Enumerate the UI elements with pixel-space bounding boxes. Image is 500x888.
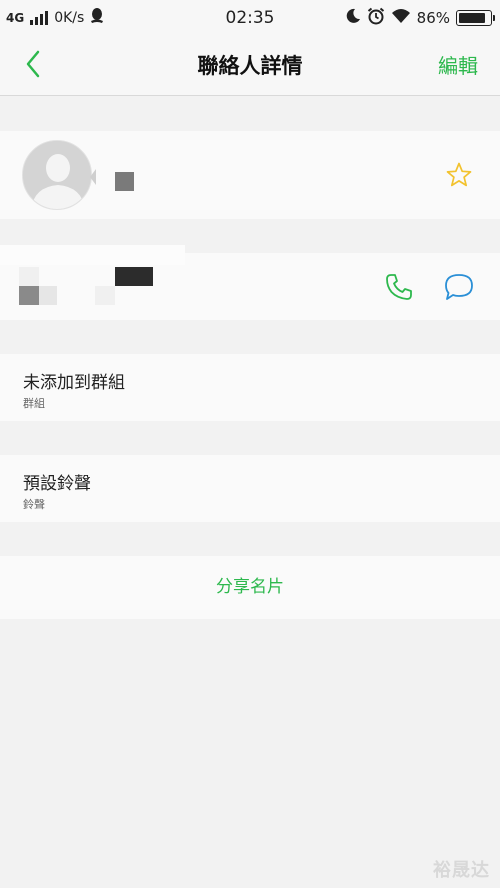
redacted-block xyxy=(39,286,57,305)
group-row[interactable]: 未添加到群組 群組 xyxy=(0,354,500,421)
phone-number-card[interactable] xyxy=(0,245,500,320)
ringtone-row[interactable]: 預設鈴聲 鈴聲 xyxy=(0,455,500,522)
group-title: 未添加到群組 xyxy=(23,373,125,393)
status-right: 86% xyxy=(345,7,495,29)
network-speed: 0K/s xyxy=(54,10,85,26)
signal-icon xyxy=(30,11,49,25)
phone-icon xyxy=(384,274,414,306)
wifi-icon xyxy=(391,8,411,28)
redacted-area xyxy=(0,245,185,265)
redacted-block xyxy=(19,267,39,286)
battery-fill xyxy=(459,13,485,23)
call-button[interactable] xyxy=(384,272,414,302)
status-bar: 4G 0K/s 02:35 86% xyxy=(0,0,500,36)
network-type: 4G xyxy=(6,11,25,25)
star-icon xyxy=(445,162,473,193)
redacted-block xyxy=(115,267,153,286)
avatar[interactable] xyxy=(22,140,92,210)
ringtone-title: 預設鈴聲 xyxy=(23,474,91,494)
profile-card xyxy=(0,131,500,219)
favorite-button[interactable] xyxy=(445,161,473,189)
watermark: 裕晟达 xyxy=(433,860,490,881)
message-button[interactable] xyxy=(443,272,475,302)
battery-icon xyxy=(456,10,495,26)
person-silhouette-icon xyxy=(23,141,91,209)
battery-percent: 86% xyxy=(416,9,450,27)
redacted-block xyxy=(19,286,39,305)
moon-icon xyxy=(345,8,361,28)
status-left: 4G 0K/s xyxy=(6,8,104,28)
nav-bar: 聯絡人詳情 編輯 xyxy=(0,36,500,96)
edit-button[interactable]: 編輯 xyxy=(438,36,478,96)
redacted-block xyxy=(95,286,115,305)
alarm-icon xyxy=(367,7,385,29)
chat-bubble-icon xyxy=(443,274,475,306)
qq-icon xyxy=(90,8,104,28)
contact-name-redacted xyxy=(115,172,134,191)
ringtone-subtitle: 鈴聲 xyxy=(23,498,45,511)
share-contact-button[interactable]: 分享名片 xyxy=(0,556,500,619)
avatar-edge xyxy=(90,169,96,185)
page-title: 聯絡人詳情 xyxy=(197,54,303,78)
share-card-row: 分享名片 xyxy=(0,556,500,619)
group-subtitle: 群組 xyxy=(23,397,45,410)
